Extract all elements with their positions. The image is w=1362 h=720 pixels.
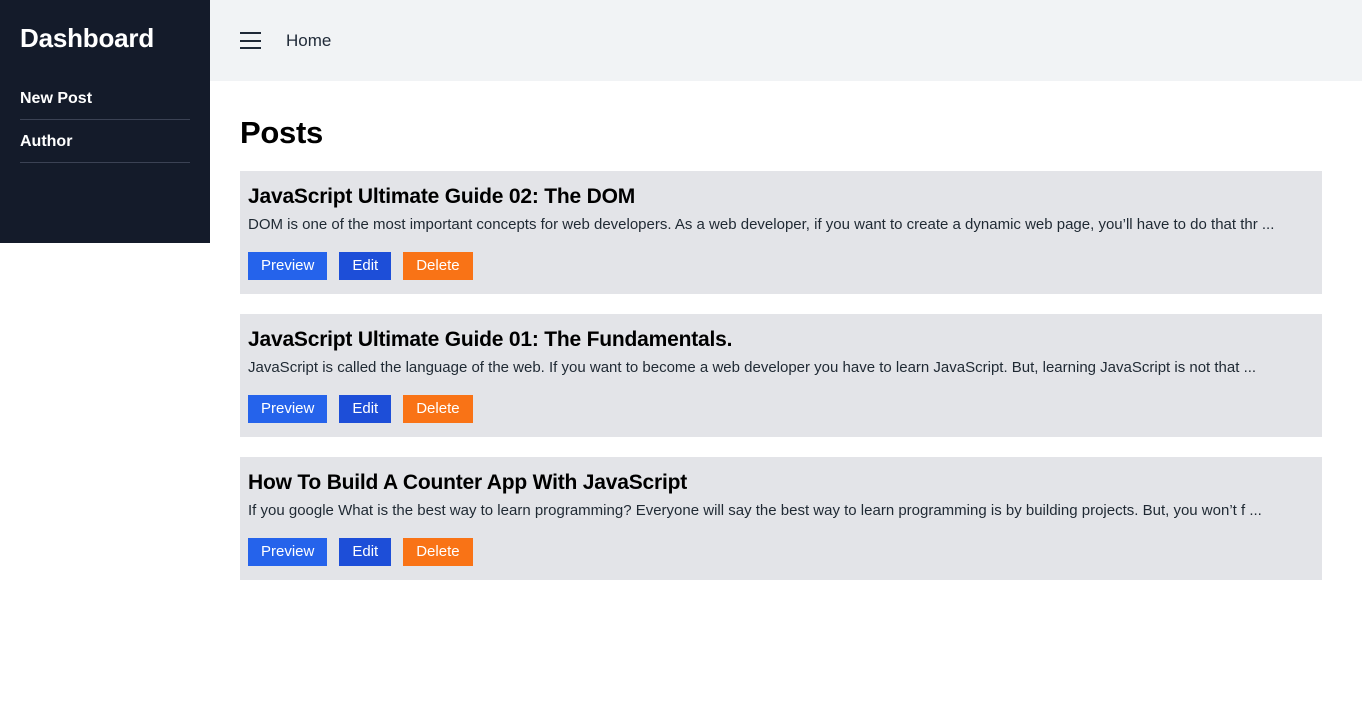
sidebar-item-label: New Post — [20, 90, 93, 107]
sidebar-item-new-post[interactable]: New Post — [20, 89, 190, 120]
preview-button[interactable]: Preview — [248, 538, 328, 566]
preview-button[interactable]: Preview — [248, 252, 328, 280]
breadcrumb-home[interactable]: Home — [286, 31, 331, 51]
edit-button[interactable]: Edit — [339, 395, 392, 423]
post-title[interactable]: How To Build A Counter App With JavaScri… — [248, 469, 1314, 496]
post-excerpt: DOM is one of the most important concept… — [248, 216, 1275, 233]
post-card: How To Build A Counter App With JavaScri… — [240, 457, 1322, 580]
preview-button[interactable]: Preview — [248, 395, 328, 423]
app-root: Dashboard New Post Author Home Posts Jav… — [0, 0, 1362, 720]
post-card: JavaScript Ultimate Guide 02: The DOM DO… — [240, 171, 1322, 294]
delete-button[interactable]: Delete — [403, 538, 473, 566]
post-excerpt: JavaScript is called the language of the… — [248, 359, 1257, 376]
sidebar-title: Dashboard — [20, 23, 155, 53]
post-list: JavaScript Ultimate Guide 02: The DOM DO… — [240, 171, 1322, 580]
edit-button[interactable]: Edit — [339, 252, 392, 280]
hamburger-icon[interactable] — [240, 32, 261, 49]
sidebar: Dashboard New Post Author — [0, 0, 210, 243]
hamburger-bar — [240, 47, 261, 49]
post-title[interactable]: JavaScript Ultimate Guide 02: The DOM — [248, 183, 1314, 210]
edit-button[interactable]: Edit — [339, 538, 392, 566]
post-title[interactable]: JavaScript Ultimate Guide 01: The Fundam… — [248, 326, 1314, 353]
sidebar-item-author[interactable]: Author — [20, 132, 190, 163]
top-header: Home — [210, 0, 1362, 81]
post-card: JavaScript Ultimate Guide 01: The Fundam… — [240, 314, 1322, 437]
page-title: Posts — [240, 115, 323, 150]
post-actions: Preview Edit Delete — [248, 395, 1314, 423]
sidebar-nav: New Post Author — [20, 89, 190, 163]
sidebar-item-label: Author — [20, 133, 73, 150]
post-actions: Preview Edit Delete — [248, 538, 1314, 566]
delete-button[interactable]: Delete — [403, 252, 473, 280]
hamburger-bar — [240, 39, 261, 42]
post-actions: Preview Edit Delete — [248, 252, 1314, 280]
delete-button[interactable]: Delete — [403, 395, 473, 423]
hamburger-bar — [240, 32, 261, 34]
post-excerpt: If you google What is the best way to le… — [248, 502, 1262, 519]
main-content: Posts JavaScript Ultimate Guide 02: The … — [240, 81, 1322, 600]
